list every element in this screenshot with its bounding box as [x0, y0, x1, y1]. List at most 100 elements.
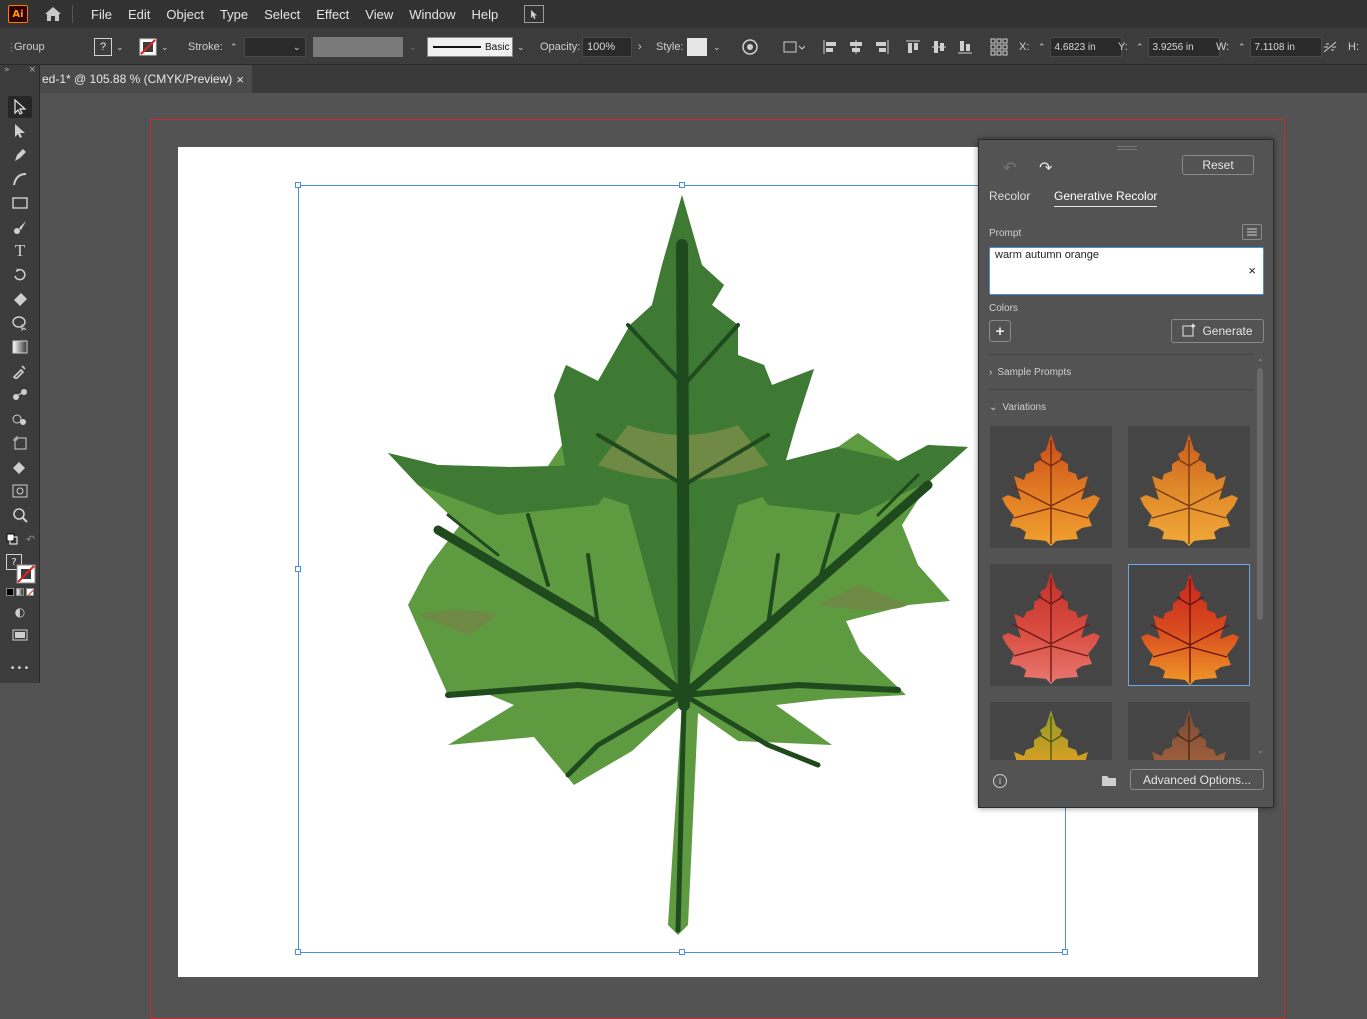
- x-field[interactable]: ⌃ 4.6823 in: [1038, 37, 1122, 57]
- curvature-tool-icon[interactable]: [8, 168, 32, 190]
- menu-window[interactable]: Window: [401, 7, 463, 22]
- rectangle-tool-icon[interactable]: [8, 192, 32, 214]
- swap-fill-stroke-icon[interactable]: ↶: [26, 533, 35, 546]
- align-to-icon[interactable]: [783, 37, 805, 57]
- tab-generative-recolor[interactable]: Generative Recolor: [1054, 189, 1158, 207]
- prompt-text: warm autumn orange: [995, 249, 1099, 261]
- live-paint-tool-icon[interactable]: [8, 456, 32, 478]
- clear-prompt-icon[interactable]: ×: [1248, 263, 1256, 278]
- scrollbar-thumb[interactable]: [1257, 368, 1263, 620]
- stroke-weight-stepper[interactable]: ⌃ ⌄: [230, 37, 306, 57]
- draw-mode-icon[interactable]: ◐: [8, 601, 32, 623]
- chevron-down-icon[interactable]: ⌄: [161, 42, 169, 53]
- color-mode-icon[interactable]: [6, 588, 14, 596]
- prompt-input[interactable]: warm autumn orange ×: [989, 247, 1264, 295]
- gradient-tool-icon[interactable]: [8, 336, 32, 358]
- link-proportions-icon[interactable]: [1322, 37, 1338, 57]
- rotate-tool-icon[interactable]: [8, 264, 32, 286]
- blend-tool-icon[interactable]: [8, 384, 32, 406]
- redo-icon[interactable]: ↷: [1039, 158, 1052, 178]
- resize-handle-sw[interactable]: [295, 949, 301, 955]
- stroke-weight-dropdown[interactable]: ⌄: [243, 37, 306, 57]
- opacity-label: Opacity:: [540, 41, 581, 53]
- direct-selection-tool-icon[interactable]: [8, 120, 32, 142]
- variations-scrollbar[interactable]: ⌃ ⌄: [1255, 358, 1265, 758]
- chevron-down-icon[interactable]: ⌄: [116, 42, 124, 53]
- variation-thumbnail-orange-red[interactable]: [990, 426, 1112, 548]
- menu-view[interactable]: View: [357, 7, 401, 22]
- undo-icon[interactable]: ↶: [1003, 158, 1016, 178]
- variation-thumbnail-yellow-green[interactable]: [990, 702, 1112, 760]
- fill-swatch[interactable]: ? ⌄: [94, 37, 124, 57]
- menu-select[interactable]: Select: [256, 7, 308, 22]
- variation-thumbnail-brown[interactable]: [1128, 702, 1250, 760]
- variation-thumbnail-red-orange[interactable]: [1128, 564, 1250, 686]
- variation-thumbnail-red-pink[interactable]: [990, 564, 1112, 686]
- variation-thumbnail-orange[interactable]: [1128, 426, 1250, 548]
- menu-object[interactable]: Object: [158, 7, 212, 22]
- menu-type[interactable]: Type: [212, 7, 256, 22]
- default-fill-stroke-icon[interactable]: [6, 533, 18, 548]
- w-field[interactable]: ⌃ 7.1108 in: [1238, 37, 1322, 57]
- align-middle-icon[interactable]: [931, 37, 947, 57]
- menu-file[interactable]: File: [83, 7, 120, 22]
- paintbrush-tool-icon[interactable]: [8, 216, 32, 238]
- gradient-mode-icon[interactable]: [16, 588, 24, 596]
- tab-recolor[interactable]: Recolor: [989, 189, 1030, 203]
- symbol-sprayer-tool-icon[interactable]: [8, 408, 32, 430]
- shape-builder-tool-icon[interactable]: [8, 312, 32, 334]
- none-mode-icon[interactable]: [26, 588, 34, 596]
- home-icon[interactable]: [42, 4, 64, 24]
- align-center-icon[interactable]: [848, 37, 864, 57]
- add-color-button[interactable]: +: [989, 320, 1011, 342]
- prompt-menu-icon[interactable]: [1242, 224, 1262, 240]
- close-panel-icon[interactable]: ×: [28, 65, 36, 75]
- advanced-options-button[interactable]: Advanced Options...: [1130, 769, 1264, 790]
- resize-handle-n[interactable]: [679, 182, 685, 188]
- arrange-documents-icon[interactable]: [524, 5, 545, 23]
- resize-handle-s[interactable]: [679, 949, 685, 955]
- eyedropper-tool-icon[interactable]: [8, 360, 32, 382]
- folder-icon[interactable]: [1101, 774, 1117, 790]
- perspective-grid-tool-icon[interactable]: [8, 480, 32, 502]
- sample-prompts-toggle[interactable]: › Sample Prompts: [989, 367, 1071, 378]
- resize-handle-nw[interactable]: [295, 182, 301, 188]
- reset-button[interactable]: Reset: [1182, 155, 1254, 175]
- artboard-tool-icon[interactable]: [8, 432, 32, 454]
- chevron-right-icon[interactable]: ›: [638, 41, 642, 53]
- transform-reference-icon[interactable]: [990, 37, 1008, 57]
- screen-mode-icon[interactable]: [8, 625, 32, 647]
- generate-button[interactable]: Generate: [1171, 319, 1264, 343]
- eraser-tool-icon[interactable]: [8, 288, 32, 310]
- align-top-icon[interactable]: [905, 37, 921, 57]
- zoom-tool-icon[interactable]: [8, 504, 32, 526]
- align-bottom-icon[interactable]: [957, 37, 973, 57]
- align-right-icon[interactable]: [874, 37, 890, 57]
- collapse-panel-icon[interactable]: »: [4, 65, 10, 75]
- selection-tool-icon[interactable]: [8, 96, 32, 118]
- resize-handle-se[interactable]: [1062, 949, 1068, 955]
- menu-help[interactable]: Help: [463, 7, 506, 22]
- y-field[interactable]: ⌃ 3.9256 in: [1136, 37, 1220, 57]
- close-icon[interactable]: ×: [236, 72, 244, 87]
- info-icon[interactable]: i: [993, 774, 1007, 788]
- variable-width-profile[interactable]: ⌄: [313, 37, 417, 57]
- pen-tool-icon[interactable]: [8, 144, 32, 166]
- variations-toggle[interactable]: ⌄ Variations: [989, 402, 1046, 413]
- align-left-icon[interactable]: [822, 37, 838, 57]
- brush-definition[interactable]: Basic ⌄: [427, 37, 525, 57]
- recolor-artwork-icon[interactable]: [741, 37, 759, 57]
- opacity-field[interactable]: 100% ›: [582, 37, 642, 57]
- type-tool-icon[interactable]: T: [8, 240, 32, 262]
- edit-toolbar-icon[interactable]: •••: [8, 657, 32, 679]
- resize-handle-w[interactable]: [295, 566, 301, 572]
- style-swatch[interactable]: ⌄: [687, 37, 721, 57]
- stroke-swatch[interactable]: ⌄: [139, 37, 169, 57]
- document-tab[interactable]: ed-1* @ 105.88 % (CMYK/Preview) ×: [40, 65, 252, 93]
- selection-bounding-box[interactable]: [295, 182, 1068, 955]
- maple-leaf-icon: [1152, 710, 1226, 760]
- menu-edit[interactable]: Edit: [120, 7, 158, 22]
- menu-effect[interactable]: Effect: [308, 7, 357, 22]
- stroke-indicator[interactable]: [16, 564, 36, 587]
- panel-drag-handle[interactable]: [1117, 146, 1137, 150]
